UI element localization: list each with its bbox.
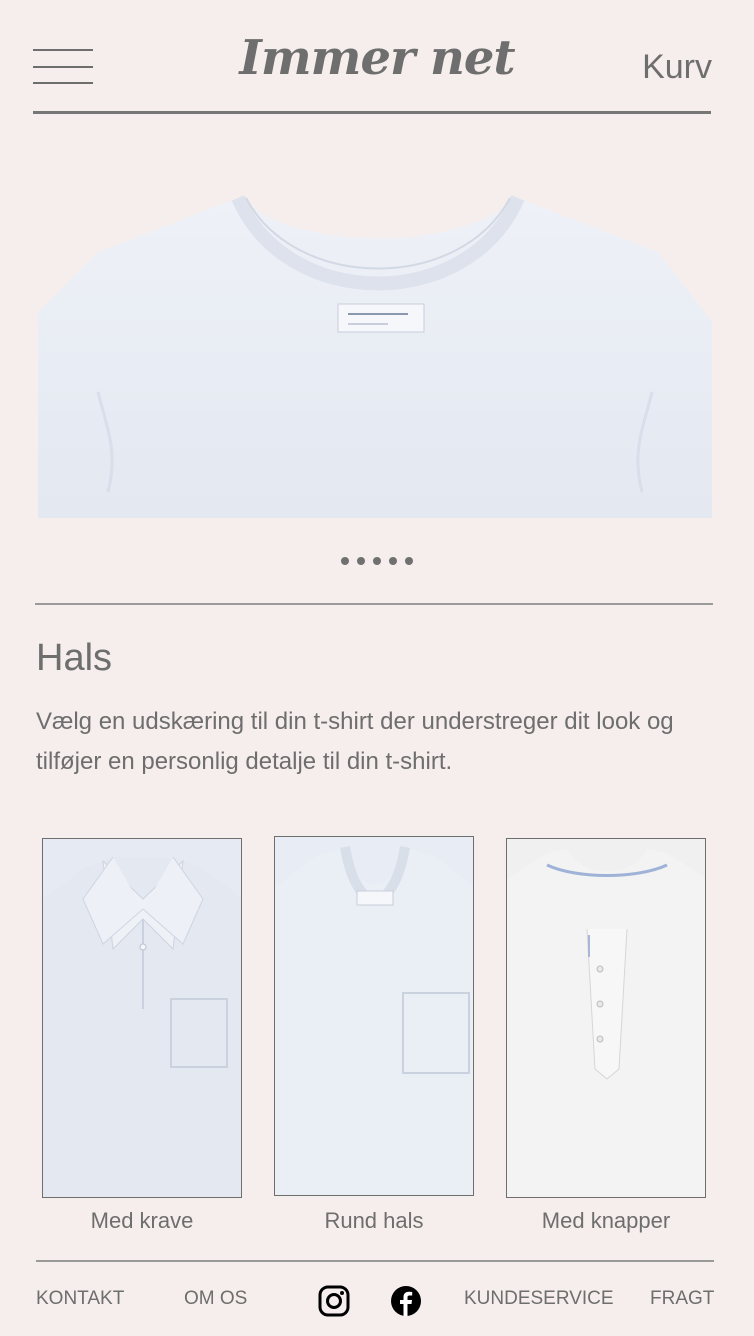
section-description: Vælg en udskæring til din t-shirt der un…	[36, 708, 674, 775]
henley-shirt-image[interactable]	[506, 838, 706, 1198]
footer-link-om-os[interactable]: OM OS	[184, 1288, 247, 1310]
carousel-dot[interactable]	[389, 557, 397, 565]
footer-link-fragt[interactable]: FRAGT	[650, 1288, 714, 1310]
section-title: Hals	[36, 637, 113, 679]
option-label: Med knapper	[541, 1208, 671, 1233]
facebook-icon[interactable]	[390, 1285, 422, 1317]
instagram-icon[interactable]	[318, 1285, 350, 1317]
footer-link-kontakt[interactable]: KONTAKT	[36, 1288, 124, 1310]
header-divider	[33, 111, 711, 114]
footer-divider	[36, 1260, 714, 1262]
brand-logo[interactable]: Immer net	[0, 30, 754, 86]
carousel-dots	[0, 557, 754, 565]
section-divider	[35, 603, 713, 605]
tshirt-image	[38, 195, 712, 518]
carousel-dot[interactable]	[357, 557, 365, 565]
footer-link-kundeservice[interactable]: KUNDESERVICE	[464, 1288, 614, 1310]
cart-link[interactable]: Kurv	[642, 48, 712, 87]
hero-image	[38, 192, 712, 518]
site-header: Immer net Kurv	[0, 0, 754, 116]
carousel-dot[interactable]	[373, 557, 381, 565]
carousel-dot[interactable]	[341, 557, 349, 565]
option-label: Rund hals	[324, 1208, 424, 1233]
option-label: Med krave	[90, 1208, 194, 1233]
polo-collar-shirt-image[interactable]	[42, 838, 242, 1198]
crew-neck-shirt-image[interactable]	[274, 836, 474, 1196]
carousel-dot[interactable]	[405, 557, 413, 565]
